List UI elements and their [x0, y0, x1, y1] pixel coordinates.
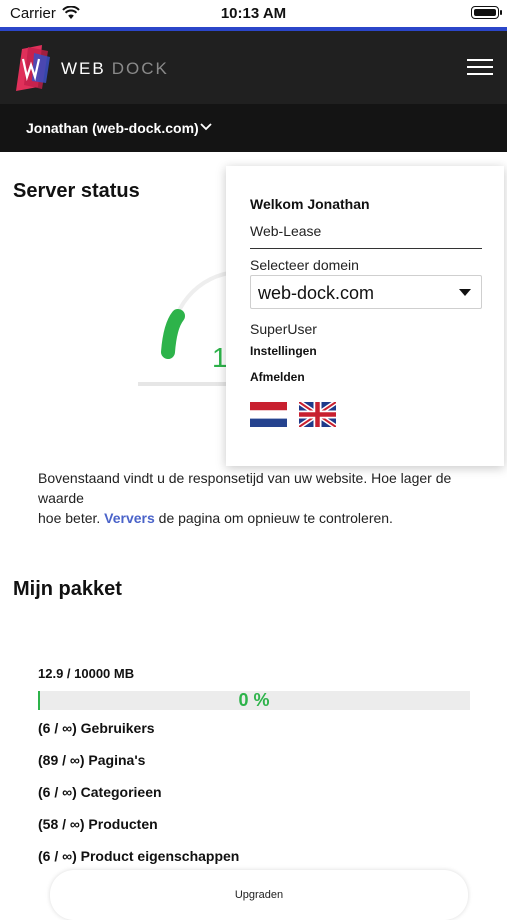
user-role: SuperUser — [250, 321, 317, 337]
domain-select[interactable]: web-dock.com — [250, 275, 482, 309]
refresh-link[interactable]: Ververs — [104, 510, 155, 526]
storage-progress-bar: 0 % — [38, 691, 470, 710]
web-dock-logo-icon — [16, 45, 50, 91]
caret-down-icon — [459, 289, 471, 296]
battery-icon — [471, 6, 502, 19]
clock: 10:13 AM — [220, 5, 287, 22]
server-status-description: Bovenstaand vindt u de responsetijd van … — [38, 468, 478, 528]
description-text-3: de pagina om opnieuw te controleren. — [154, 510, 393, 526]
chevron-down-icon — [200, 123, 212, 131]
user-menu-dropdown: Welkom Jonathan Web-Lease Selecteer dome… — [226, 166, 504, 466]
status-bar: Carrier 10:13 AM — [0, 0, 507, 27]
welcome-text: Welkom Jonathan — [250, 196, 370, 212]
brand-primary: WEB — [61, 59, 106, 78]
divider — [250, 248, 482, 249]
domain-select-label: Selecteer domein — [250, 257, 359, 273]
description-text-2: hoe beter. — [38, 510, 105, 526]
plan-name: Web-Lease — [250, 223, 322, 239]
hamburger-menu-icon[interactable] — [467, 57, 493, 77]
domain-select-value: web-dock.com — [258, 283, 375, 303]
account-selector[interactable]: Jonathan (web-dock.com) — [0, 104, 507, 152]
brand-secondary: DOCK — [111, 59, 169, 78]
progress-label: 0 % — [238, 690, 270, 710]
settings-link[interactable]: Instellingen — [250, 344, 317, 358]
count-pages: (89 / ∞) Pagina's — [38, 752, 146, 768]
package-counts: (6 / ∞) Gebruikers (89 / ∞) Pagina's (6 … — [38, 719, 239, 879]
account-label: Jonathan (web-dock.com) — [26, 120, 199, 136]
server-status-title: Server status — [13, 180, 140, 202]
count-products: (58 / ∞) Producten — [38, 816, 158, 832]
count-categories: (6 / ∞) Categorieen — [38, 784, 162, 800]
dutch-flag-icon[interactable] — [250, 402, 287, 427]
upgrade-label: Upgraden — [234, 889, 284, 901]
upgrade-button[interactable]: Upgraden — [50, 870, 468, 920]
uk-flag-icon[interactable] — [299, 402, 336, 427]
app-header: WEB DOCK — [0, 31, 507, 104]
description-text: Bovenstaand vindt u de responsetijd van … — [38, 470, 452, 506]
package-title: Mijn pakket — [13, 578, 122, 600]
storage-usage: 12.9 / 10000 MB — [38, 666, 135, 681]
logout-link[interactable]: Afmelden — [250, 370, 305, 384]
count-users: (6 / ∞) Gebruikers — [38, 720, 155, 736]
brand-name: WEB DOCK — [61, 59, 169, 79]
